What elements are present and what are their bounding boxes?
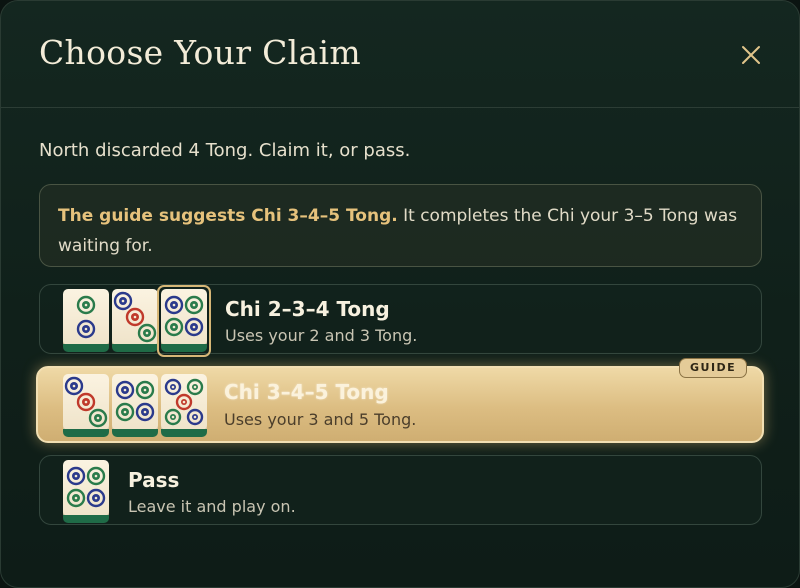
guide-hint: The guide suggests Chi 3–4–5 Tong. It co… xyxy=(39,184,762,267)
option-desc: Uses your 2 and 3 Tong. xyxy=(225,326,418,345)
claimed-tile-ring xyxy=(157,285,211,357)
tong-dots-icon xyxy=(115,380,155,422)
tile-2-tong xyxy=(63,289,109,353)
dialog-header: Choose Your Claim xyxy=(1,1,799,108)
option-label: Pass xyxy=(128,468,180,492)
tile-3-tong xyxy=(63,374,109,438)
tile-3-tong xyxy=(112,289,158,353)
claim-dialog: Choose Your Claim North discarded 4 Tong… xyxy=(0,0,800,588)
option-label: Chi 2–3–4 Tong xyxy=(225,297,390,321)
tong-dots-icon xyxy=(66,466,106,508)
discard-message: North discarded 4 Tong. Claim it, or pas… xyxy=(39,140,411,161)
tile-4-tong xyxy=(112,374,158,438)
option-chi-2-3-4[interactable]: Chi 2–3–4 Tong Uses your 2 and 3 Tong. xyxy=(39,284,762,357)
option-desc: Leave it and play on. xyxy=(128,497,296,516)
close-button[interactable] xyxy=(731,35,771,75)
tong-dots-icon xyxy=(113,291,157,343)
tile-4-tong-claimed xyxy=(157,285,211,357)
dialog-title: Choose Your Claim xyxy=(39,33,361,72)
option-chi-3-4-5[interactable]: Chi 3–4–5 Tong Uses your 3 and 5 Tong. xyxy=(36,366,764,443)
guide-badge: GUIDE xyxy=(679,358,748,378)
tong-dots-icon xyxy=(64,376,108,428)
option-desc: Uses your 3 and 5 Tong. xyxy=(224,410,417,429)
option-label: Chi 3–4–5 Tong xyxy=(224,380,389,404)
option-pass[interactable]: Pass Leave it and play on. xyxy=(39,455,762,525)
tile-4-tong xyxy=(63,460,109,524)
tong-dots-icon xyxy=(76,295,96,339)
tile-5-tong xyxy=(161,374,207,438)
guide-hint-strong: The guide suggests Chi 3–4–5 Tong. xyxy=(58,206,398,226)
close-icon xyxy=(742,46,760,64)
tong-dots-icon xyxy=(164,378,204,426)
